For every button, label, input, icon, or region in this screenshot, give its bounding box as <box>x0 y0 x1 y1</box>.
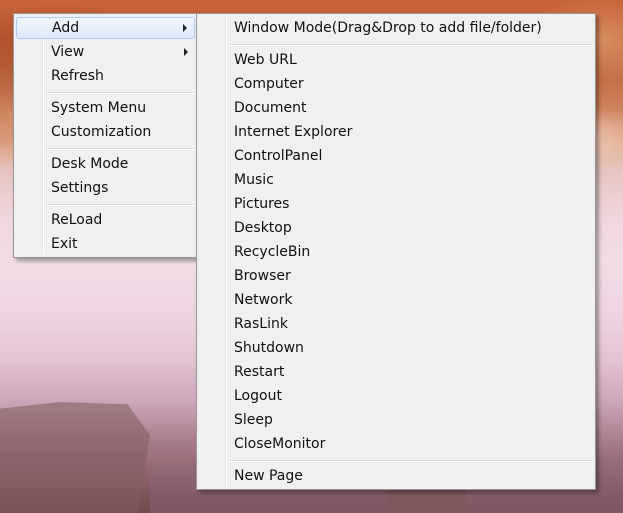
submenu-item-new-page[interactable]: New Page <box>199 465 593 487</box>
submenu-item-restart[interactable]: Restart <box>199 361 593 383</box>
submenu-item-recyclebin[interactable]: RecycleBin <box>199 241 593 263</box>
menu-item-label: Web URL <box>234 52 297 68</box>
submenu-arrow-icon <box>184 48 188 56</box>
menu-item-label: Restart <box>234 364 285 380</box>
menu-item-settings[interactable]: Settings <box>16 177 195 199</box>
menu-item-label: Logout <box>234 388 282 404</box>
menu-item-exit[interactable]: Exit <box>16 233 195 255</box>
menu-item-label: Customization <box>51 124 152 140</box>
add-submenu: Window Mode(Drag&Drop to add file/folder… <box>196 13 596 490</box>
submenu-item-computer[interactable]: Computer <box>199 73 593 95</box>
wallpaper-mesa <box>0 402 150 513</box>
menu-item-label: Document <box>234 100 307 116</box>
submenu-item-pictures[interactable]: Pictures <box>199 193 593 215</box>
menu-item-label: Network <box>234 292 293 308</box>
menu-separator <box>229 460 593 462</box>
submenu-item-shutdown[interactable]: Shutdown <box>199 337 593 359</box>
submenu-item-music[interactable]: Music <box>199 169 593 191</box>
submenu-item-desktop[interactable]: Desktop <box>199 217 593 239</box>
menu-item-label: Pictures <box>234 196 290 212</box>
submenu-item-closemonitor[interactable]: CloseMonitor <box>199 433 593 455</box>
menu-item-label: Refresh <box>51 68 104 84</box>
menu-item-label: ReLoad <box>51 212 103 228</box>
submenu-item-controlpanel[interactable]: ControlPanel <box>199 145 593 167</box>
menu-item-label: Settings <box>51 180 109 196</box>
submenu-item-web-url[interactable]: Web URL <box>199 49 593 71</box>
menu-item-refresh[interactable]: Refresh <box>16 65 195 87</box>
menu-item-label: Music <box>234 172 274 188</box>
menu-separator <box>46 92 195 94</box>
submenu-item-network[interactable]: Network <box>199 289 593 311</box>
submenu-item-internet-explorer[interactable]: Internet Explorer <box>199 121 593 143</box>
menu-item-label: Internet Explorer <box>234 124 353 140</box>
menu-item-add[interactable]: Add <box>16 17 195 39</box>
menu-separator <box>46 148 195 150</box>
submenu-item-document[interactable]: Document <box>199 97 593 119</box>
submenu-item-window-mode[interactable]: Window Mode(Drag&Drop to add file/folder… <box>199 17 593 39</box>
menu-item-label: Exit <box>51 236 78 252</box>
menu-item-label: Browser <box>234 268 291 284</box>
menu-item-reload[interactable]: ReLoad <box>16 209 195 231</box>
menu-item-label: Window Mode(Drag&Drop to add file/folder… <box>234 20 542 36</box>
menu-item-label: Computer <box>234 76 304 92</box>
submenu-arrow-icon <box>183 24 187 32</box>
menu-item-label: RecycleBin <box>234 244 311 260</box>
menu-item-label: Desktop <box>234 220 292 236</box>
menu-separator <box>46 204 195 206</box>
menu-item-system-menu[interactable]: System Menu <box>16 97 195 119</box>
menu-item-desk-mode[interactable]: Desk Mode <box>16 153 195 175</box>
menu-item-label: Add <box>52 20 80 36</box>
context-menu: Add View Refresh System Menu Customizati… <box>13 13 198 258</box>
menu-item-label: RasLink <box>234 316 288 332</box>
submenu-item-raslink[interactable]: RasLink <box>199 313 593 335</box>
menu-item-label: System Menu <box>51 100 147 116</box>
submenu-item-browser[interactable]: Browser <box>199 265 593 287</box>
menu-item-label: View <box>51 44 85 60</box>
menu-item-customization[interactable]: Customization <box>16 121 195 143</box>
menu-item-label: New Page <box>234 468 303 484</box>
menu-item-label: Desk Mode <box>51 156 129 172</box>
menu-item-label: Shutdown <box>234 340 304 356</box>
submenu-item-sleep[interactable]: Sleep <box>199 409 593 431</box>
menu-item-label: CloseMonitor <box>234 436 326 452</box>
menu-item-view[interactable]: View <box>16 41 195 63</box>
submenu-item-logout[interactable]: Logout <box>199 385 593 407</box>
menu-separator <box>229 44 593 46</box>
menu-item-label: Sleep <box>234 412 273 428</box>
menu-item-label: ControlPanel <box>234 148 323 164</box>
